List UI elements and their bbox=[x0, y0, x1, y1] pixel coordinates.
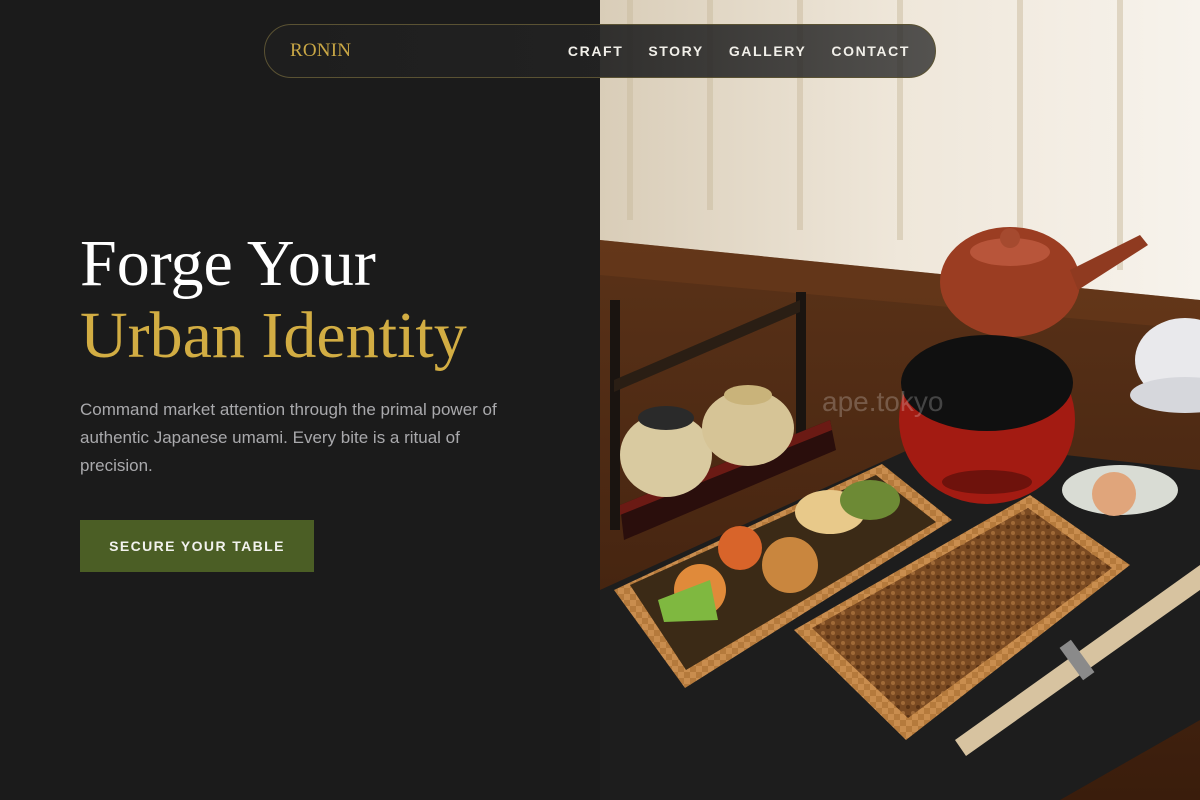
brand-logo[interactable]: RONIN bbox=[290, 40, 351, 62]
nav-link-craft[interactable]: CRAFT bbox=[568, 43, 623, 59]
nav-link-story[interactable]: STORY bbox=[648, 43, 703, 59]
hero-description: Command market attention through the pri… bbox=[80, 400, 497, 475]
nav-links: CRAFT STORY GALLERY CONTACT bbox=[568, 43, 910, 59]
photo-watermark: ape.tokyo bbox=[822, 386, 944, 417]
hero-title-line-1: Forge Your bbox=[80, 227, 376, 300]
hero-title: Forge Your Urban Identity bbox=[80, 228, 467, 372]
top-nav: RONIN CRAFT STORY GALLERY CONTACT bbox=[264, 24, 936, 78]
secure-table-button[interactable]: SECURE YOUR TABLE bbox=[80, 520, 314, 572]
hero-title-line-2: Urban Identity bbox=[80, 299, 467, 372]
nav-link-gallery[interactable]: GALLERY bbox=[729, 43, 807, 59]
nav-link-contact[interactable]: CONTACT bbox=[831, 43, 910, 59]
